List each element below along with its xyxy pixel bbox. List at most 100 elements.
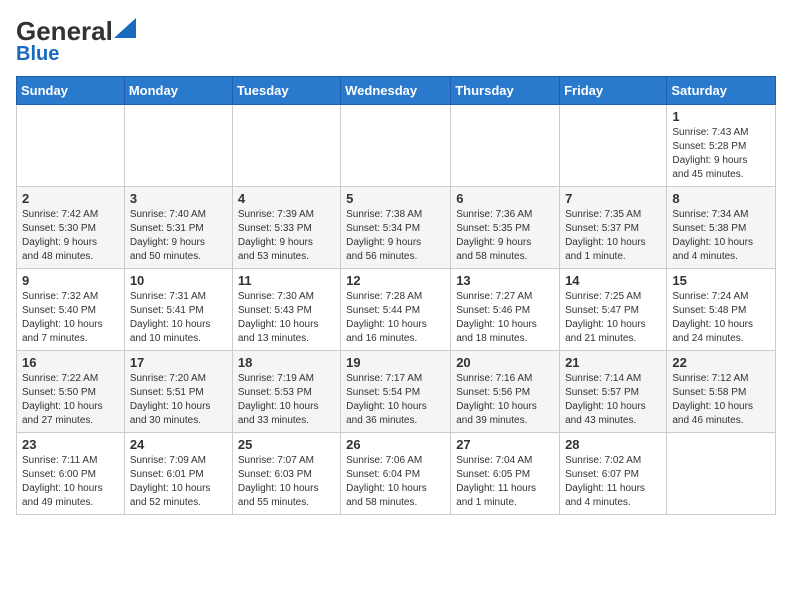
day-number: 24 <box>130 437 227 452</box>
calendar-cell: 14Sunrise: 7:25 AM Sunset: 5:47 PM Dayli… <box>560 269 667 351</box>
calendar-cell <box>667 433 776 515</box>
day-number: 26 <box>346 437 445 452</box>
day-info: Sunrise: 7:17 AM Sunset: 5:54 PM Dayligh… <box>346 372 445 428</box>
calendar-cell: 21 Sunrise: 7:14 AM Sunset: 5:57 PM Dayli… <box>560 351 667 433</box>
calendar-cell: 17 Sunrise: 7:20 AM Sunset: 5:51 PM Dayli… <box>124 351 232 433</box>
calendar-cell: 23 Sunrise: 7:11 AM Sunset: 6:00 PM Dayli… <box>17 433 125 515</box>
day-number: 21 <box>565 355 661 370</box>
column-header-thursday: Thursday <box>451 77 560 105</box>
day-number: 6 <box>456 191 554 206</box>
calendar-cell: 12 Sunrise: 7:28 AM Sunset: 5:44 PM Dayli… <box>341 269 451 351</box>
calendar-week-4: 16 Sunrise: 7:22 AM Sunset: 5:50 PM Dayli… <box>17 351 776 433</box>
day-number: 9 <box>22 273 119 288</box>
day-number: 27 <box>456 437 554 452</box>
day-info: Sunrise: 7:24 AM Sunset: 5:48 PM Dayligh… <box>672 290 770 346</box>
calendar-week-3: 9 Sunrise: 7:32 AM Sunset: 5:40 PM Daylig… <box>17 269 776 351</box>
calendar-cell: 10 Sunrise: 7:31 AM Sunset: 5:41 PM Dayli… <box>124 269 232 351</box>
calendar-table: SundayMondayTuesdayWednesdayThursdayFrid… <box>16 76 776 515</box>
logo-triangle-icon <box>114 18 136 38</box>
day-number: 10 <box>130 273 227 288</box>
day-number: 17 <box>130 355 227 370</box>
day-info: Sunrise: 7:34 AM Sunset: 5:38 PM Dayligh… <box>672 208 770 264</box>
day-info: Sunrise: 7:25 AM Sunset: 5:47 PM Dayligh… <box>565 290 661 346</box>
calendar-cell: 19 Sunrise: 7:17 AM Sunset: 5:54 PM Dayli… <box>341 351 451 433</box>
day-info: Sunrise: 7:39 AM Sunset: 5:33 PM Dayligh… <box>238 208 335 264</box>
day-info: Sunrise: 7:16 AM Sunset: 5:56 PM Dayligh… <box>456 372 554 428</box>
calendar-cell: 2 Sunrise: 7:42 AM Sunset: 5:30 PM Daylig… <box>17 187 125 269</box>
calendar-cell <box>451 105 560 187</box>
calendar-cell: 25 Sunrise: 7:07 AM Sunset: 6:03 PM Dayli… <box>232 433 340 515</box>
calendar-cell: 7 Sunrise: 7:35 AM Sunset: 5:37 PM Daylig… <box>560 187 667 269</box>
day-info: Sunrise: 7:38 AM Sunset: 5:34 PM Dayligh… <box>346 208 445 264</box>
calendar-cell: 26 Sunrise: 7:06 AM Sunset: 6:04 PM Dayli… <box>341 433 451 515</box>
day-number: 25 <box>238 437 335 452</box>
calendar-week-5: 23 Sunrise: 7:11 AM Sunset: 6:00 PM Dayli… <box>17 433 776 515</box>
day-number: 4 <box>238 191 335 206</box>
calendar-cell: 9 Sunrise: 7:32 AM Sunset: 5:40 PM Daylig… <box>17 269 125 351</box>
calendar-cell: 27 Sunrise: 7:04 AM Sunset: 6:05 PM Dayli… <box>451 433 560 515</box>
calendar-cell: 18Sunrise: 7:19 AM Sunset: 5:53 PM Dayli… <box>232 351 340 433</box>
day-info: Sunrise: 7:14 AM Sunset: 5:57 PM Dayligh… <box>565 372 661 428</box>
calendar-week-1: 1 Sunrise: 7:43 AM Sunset: 5:28 PM Daylig… <box>17 105 776 187</box>
calendar-cell: 6 Sunrise: 7:36 AM Sunset: 5:35 PM Daylig… <box>451 187 560 269</box>
day-number: 7 <box>565 191 661 206</box>
calendar-cell <box>17 105 125 187</box>
calendar-cell <box>232 105 340 187</box>
day-number: 3 <box>130 191 227 206</box>
day-number: 15 <box>672 273 770 288</box>
calendar-cell: 3 Sunrise: 7:40 AM Sunset: 5:31 PM Daylig… <box>124 187 232 269</box>
logo-blue-text: Blue <box>16 43 136 66</box>
day-info: Sunrise: 7:09 AM Sunset: 6:01 PM Dayligh… <box>130 454 227 510</box>
day-number: 1 <box>672 109 770 124</box>
day-info: Sunrise: 7:28 AM Sunset: 5:44 PM Dayligh… <box>346 290 445 346</box>
logo: General Blue <box>16 16 136 66</box>
day-info: Sunrise: 7:35 AM Sunset: 5:37 PM Dayligh… <box>565 208 661 264</box>
calendar-cell <box>560 105 667 187</box>
day-number: 23 <box>22 437 119 452</box>
calendar-cell: 13Sunrise: 7:27 AM Sunset: 5:46 PM Dayli… <box>451 269 560 351</box>
day-number: 2 <box>22 191 119 206</box>
day-info: Sunrise: 7:32 AM Sunset: 5:40 PM Dayligh… <box>22 290 119 346</box>
column-header-sunday: Sunday <box>17 77 125 105</box>
calendar-cell: 22 Sunrise: 7:12 AM Sunset: 5:58 PM Dayli… <box>667 351 776 433</box>
calendar-cell: 4 Sunrise: 7:39 AM Sunset: 5:33 PM Daylig… <box>232 187 340 269</box>
day-number: 19 <box>346 355 445 370</box>
column-header-friday: Friday <box>560 77 667 105</box>
day-info: Sunrise: 7:22 AM Sunset: 5:50 PM Dayligh… <box>22 372 119 428</box>
day-info: Sunrise: 7:04 AM Sunset: 6:05 PM Dayligh… <box>456 454 554 510</box>
day-number: 18 <box>238 355 335 370</box>
day-info: Sunrise: 7:43 AM Sunset: 5:28 PM Dayligh… <box>672 126 770 182</box>
day-info: Sunrise: 7:20 AM Sunset: 5:51 PM Dayligh… <box>130 372 227 428</box>
day-info: Sunrise: 7:42 AM Sunset: 5:30 PM Dayligh… <box>22 208 119 264</box>
day-number: 11 <box>238 273 335 288</box>
page-header: General Blue <box>16 16 776 66</box>
day-info: Sunrise: 7:31 AM Sunset: 5:41 PM Dayligh… <box>130 290 227 346</box>
calendar-cell: 20 Sunrise: 7:16 AM Sunset: 5:56 PM Dayli… <box>451 351 560 433</box>
calendar-week-2: 2 Sunrise: 7:42 AM Sunset: 5:30 PM Daylig… <box>17 187 776 269</box>
calendar-cell: 16 Sunrise: 7:22 AM Sunset: 5:50 PM Dayli… <box>17 351 125 433</box>
day-number: 28 <box>565 437 661 452</box>
day-info: Sunrise: 7:40 AM Sunset: 5:31 PM Dayligh… <box>130 208 227 264</box>
calendar-cell: 1 Sunrise: 7:43 AM Sunset: 5:28 PM Daylig… <box>667 105 776 187</box>
calendar-header-row: SundayMondayTuesdayWednesdayThursdayFrid… <box>17 77 776 105</box>
column-header-tuesday: Tuesday <box>232 77 340 105</box>
day-info: Sunrise: 7:36 AM Sunset: 5:35 PM Dayligh… <box>456 208 554 264</box>
calendar-cell: 11Sunrise: 7:30 AM Sunset: 5:43 PM Dayli… <box>232 269 340 351</box>
column-header-saturday: Saturday <box>667 77 776 105</box>
day-info: Sunrise: 7:11 AM Sunset: 6:00 PM Dayligh… <box>22 454 119 510</box>
day-number: 16 <box>22 355 119 370</box>
calendar-cell: 8 Sunrise: 7:34 AM Sunset: 5:38 PM Daylig… <box>667 187 776 269</box>
calendar-cell <box>341 105 451 187</box>
day-info: Sunrise: 7:06 AM Sunset: 6:04 PM Dayligh… <box>346 454 445 510</box>
column-header-monday: Monday <box>124 77 232 105</box>
day-number: 12 <box>346 273 445 288</box>
day-number: 22 <box>672 355 770 370</box>
calendar-cell: 5Sunrise: 7:38 AM Sunset: 5:34 PM Daylig… <box>341 187 451 269</box>
column-header-wednesday: Wednesday <box>341 77 451 105</box>
day-number: 8 <box>672 191 770 206</box>
calendar-cell: 15 Sunrise: 7:24 AM Sunset: 5:48 PM Dayli… <box>667 269 776 351</box>
day-info: Sunrise: 7:07 AM Sunset: 6:03 PM Dayligh… <box>238 454 335 510</box>
day-info: Sunrise: 7:12 AM Sunset: 5:58 PM Dayligh… <box>672 372 770 428</box>
day-number: 20 <box>456 355 554 370</box>
calendar-cell: 24 Sunrise: 7:09 AM Sunset: 6:01 PM Dayli… <box>124 433 232 515</box>
